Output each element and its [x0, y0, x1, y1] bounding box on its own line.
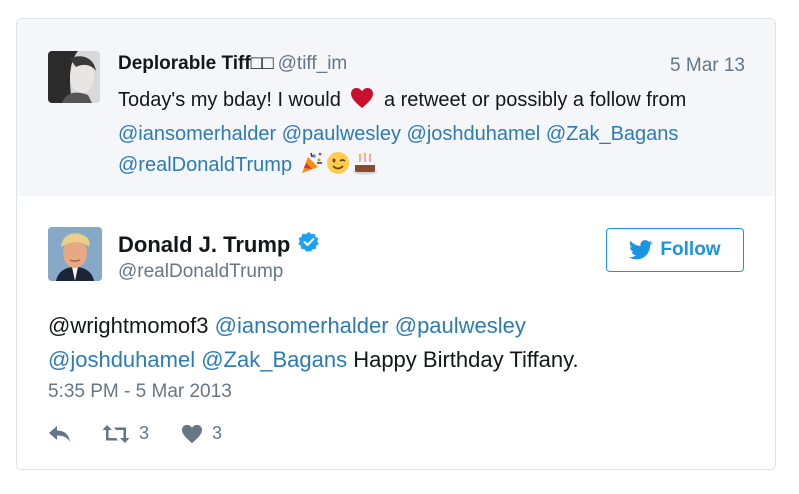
author-name-text: Donald J. Trump — [118, 232, 291, 257]
heart-icon — [182, 424, 203, 443]
tweet-timestamp[interactable]: 5:35 PM - 5 Mar 2013 — [48, 381, 232, 403]
mention-link[interactable]: @Zak_Bagans — [546, 123, 679, 145]
author-handle[interactable]: @realDonaldTrump — [118, 261, 283, 283]
mention-link[interactable]: @wrightmomof3 — [48, 313, 209, 338]
mention-link[interactable]: @joshduhamel — [48, 347, 195, 372]
tweet-actions: 3 3 — [48, 423, 222, 444]
retweet-button[interactable]: 3 — [102, 423, 149, 444]
twitter-bird-icon — [629, 240, 653, 260]
avatar[interactable] — [48, 51, 100, 103]
mention-link[interactable]: @paulwesley — [282, 123, 401, 145]
mention-link[interactable]: @iansomerhalder — [118, 123, 276, 145]
follow-label: Follow — [660, 239, 721, 260]
mention-link[interactable]: @Zak_Bagans — [201, 347, 347, 372]
party-popper-icon — [300, 151, 324, 185]
mention-link[interactable]: @realDonaldTrump — [118, 154, 292, 176]
quoted-tweet[interactable]: Deplorable Tiff□□ @tiff_im 5 Mar 13 Today… — [17, 19, 775, 196]
tweet-text-line-1: @wrightmomof3 @iansomerhalder @paulwesle… — [48, 313, 526, 338]
birthday-cake-icon — [352, 151, 378, 185]
tweet-text-line-2: @joshduhamel @Zak_Bagans Happy Birthday … — [48, 347, 579, 372]
quoted-author-name[interactable]: Deplorable Tiff□□ @tiff_im — [118, 53, 347, 75]
avatar[interactable] — [48, 227, 102, 281]
tweet-body-text: Happy Birthday Tiffany. — [353, 347, 579, 372]
like-button[interactable]: 3 — [181, 423, 222, 444]
verified-badge-icon — [298, 231, 320, 259]
embedded-tweet-card: Deplorable Tiff□□ @tiff_im 5 Mar 13 Today… — [16, 18, 776, 470]
quoted-tweet-date[interactable]: 5 Mar 13 — [670, 55, 745, 77]
retweet-count: 3 — [139, 423, 150, 443]
mention-link[interactable]: @joshduhamel — [407, 123, 541, 145]
quoted-author-handle[interactable]: @tiff_im — [278, 53, 348, 74]
quoted-text-part2: a retweet or possibly a follow from — [383, 89, 687, 111]
follow-button[interactable]: Follow — [606, 228, 744, 272]
mention-link[interactable]: @iansomerhalder — [215, 313, 389, 338]
reply-button[interactable] — [48, 425, 72, 443]
tweet-text: @wrightmomof3 @iansomerhalder @paulwesle… — [48, 309, 748, 377]
quoted-tweet-text: Today's my bday! I would a retweet or po… — [118, 85, 758, 185]
like-count: 3 — [212, 423, 223, 443]
winking-face-icon — [326, 151, 350, 185]
reply-icon — [49, 425, 70, 442]
quoted-author-name-text: Deplorable Tiff□□ — [118, 53, 274, 74]
quoted-text-part1: Today's my bday! I would — [118, 89, 341, 111]
author-name[interactable]: Donald J. Trump — [118, 231, 320, 259]
mention-link[interactable]: @paulwesley — [395, 313, 526, 338]
red-heart-icon — [350, 87, 374, 119]
retweet-icon — [102, 424, 130, 443]
